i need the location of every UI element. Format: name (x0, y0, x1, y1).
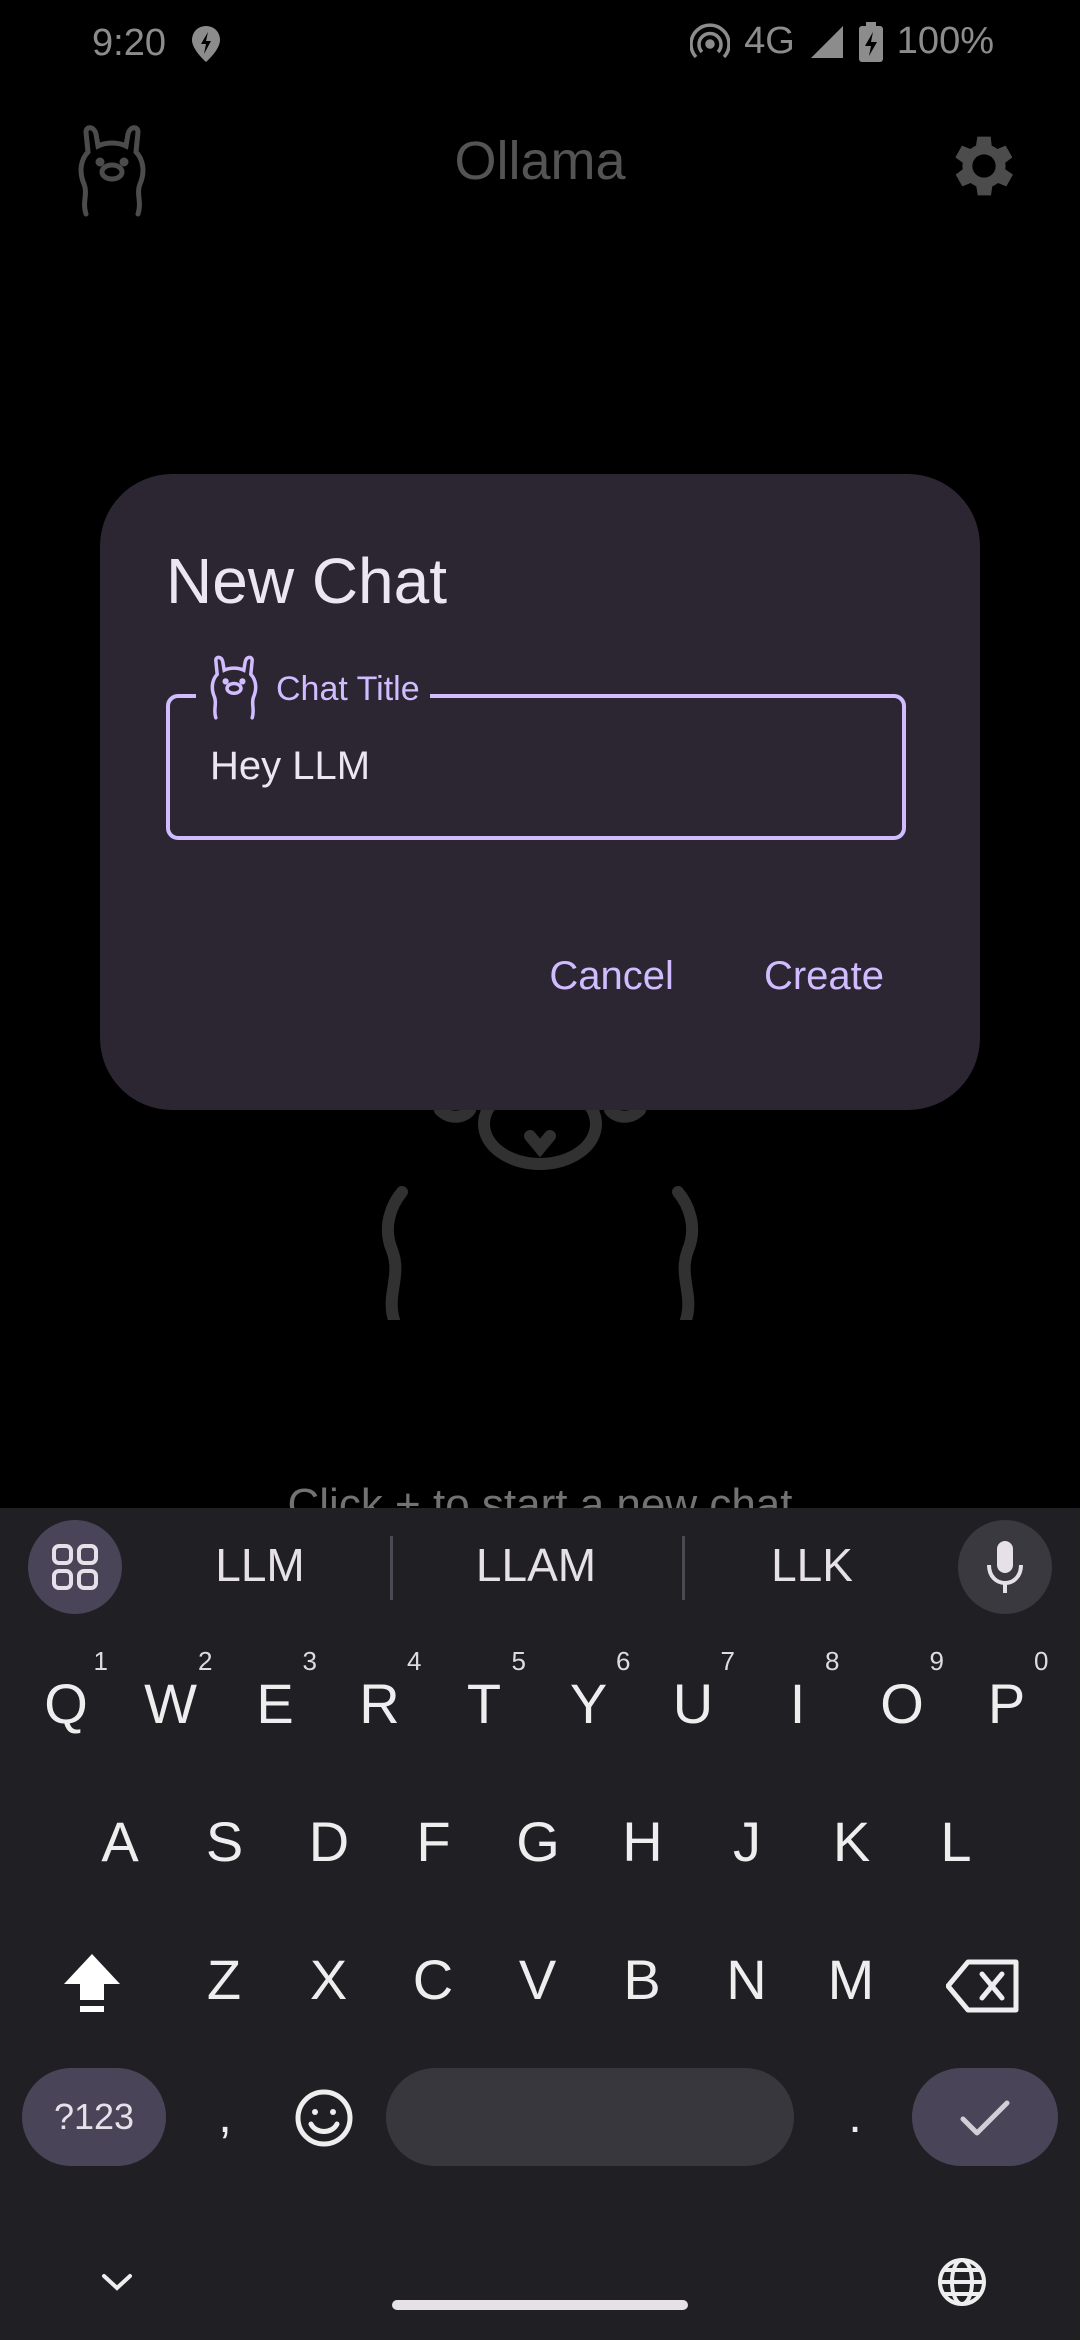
key-number-hint: 9 (929, 1646, 944, 1676)
key-number-hint: 2 (198, 1646, 213, 1676)
battery-percent: 100% (896, 20, 994, 62)
key-row-2: ASDFGHJKL (0, 1782, 1080, 1902)
key[interactable]: M (801, 1920, 901, 2040)
key[interactable]: P0 (957, 1644, 1057, 1764)
suggestion-3[interactable]: LLK (712, 1538, 912, 1592)
key-number-hint: 0 (1034, 1646, 1049, 1676)
key[interactable]: D (279, 1782, 379, 1902)
key[interactable]: G (488, 1782, 588, 1902)
key-letter: O (880, 1672, 924, 1735)
emoji-icon[interactable] (294, 2088, 354, 2153)
key-number-hint: 5 (511, 1646, 526, 1676)
new-chat-dialog: New Chat Chat Title Cancel Create (100, 474, 980, 1110)
key[interactable]: J (697, 1782, 797, 1902)
llama-illustration-icon (380, 1078, 700, 1326)
status-time: 9:20 (92, 22, 166, 64)
signal-icon (809, 24, 845, 60)
key[interactable]: R4 (330, 1644, 430, 1764)
key[interactable]: B (592, 1920, 692, 2040)
symbols-key[interactable]: ?123 (22, 2068, 166, 2166)
key-number-hint: 6 (616, 1646, 631, 1676)
globe-icon[interactable] (936, 2256, 988, 2313)
key[interactable]: A (70, 1782, 170, 1902)
key[interactable]: T5 (434, 1644, 534, 1764)
status-bar: 9:20 4G 100% (0, 0, 1080, 90)
maps-pin-icon (190, 24, 222, 74)
suggestion-2[interactable]: LLAM (436, 1538, 636, 1592)
chat-title-label: Chat Title (276, 669, 420, 708)
key-number-hint: 3 (302, 1646, 317, 1676)
key-number-hint: 4 (407, 1646, 422, 1676)
key-letter: E (256, 1672, 294, 1735)
space-key[interactable] (386, 2068, 794, 2166)
key[interactable]: F (384, 1782, 484, 1902)
key[interactable]: Y6 (539, 1644, 639, 1764)
key-number-hint: 8 (825, 1646, 840, 1676)
key-letter: I (789, 1672, 806, 1735)
shift-icon[interactable] (60, 1950, 124, 2019)
key-letter: T (466, 1672, 502, 1735)
chevron-down-icon[interactable] (98, 2270, 136, 2299)
comma-key[interactable]: , (200, 2068, 250, 2166)
key[interactable]: X (279, 1920, 379, 2040)
chat-title-input[interactable] (210, 744, 850, 789)
key[interactable]: Q1 (16, 1644, 116, 1764)
key[interactable]: W2 (121, 1644, 221, 1764)
suggestion-divider (390, 1536, 393, 1600)
checkmark-icon (960, 2100, 1010, 2136)
period-key[interactable]: . (830, 2068, 880, 2166)
key-number-hint: 1 (93, 1646, 108, 1676)
key-letter: P (987, 1672, 1026, 1735)
llama-icon (206, 652, 262, 727)
key[interactable]: Z (174, 1920, 274, 2040)
key[interactable]: L (906, 1782, 1006, 1902)
key-number-hint: 7 (720, 1646, 735, 1676)
microphone-icon[interactable] (958, 1520, 1052, 1614)
soft-keyboard: LLM LLAM LLK Q1W2E3R4T5Y6U7I8O9P0 ASDFGH… (0, 1508, 1080, 2340)
field-label-group: Chat Title (196, 654, 430, 724)
suggestion-strip: LLM LLAM LLK (0, 1508, 1080, 1628)
key[interactable]: K (802, 1782, 902, 1902)
gear-icon[interactable] (944, 126, 1024, 206)
key-letter: Q (44, 1672, 88, 1735)
key[interactable]: I8 (748, 1644, 848, 1764)
key[interactable]: N (697, 1920, 797, 2040)
network-type: 4G (744, 20, 795, 62)
key-letter: R (359, 1672, 400, 1735)
key-letter: W (144, 1672, 197, 1735)
home-indicator[interactable] (392, 2300, 688, 2310)
key-letter: U (672, 1672, 714, 1735)
key[interactable]: S (175, 1782, 275, 1902)
dialog-title: New Chat (166, 545, 447, 617)
suggestion-1[interactable]: LLM (160, 1538, 360, 1592)
keyboard-apps-icon[interactable] (28, 1520, 122, 1614)
key-row-1: Q1W2E3R4T5Y6U7I8O9P0 (0, 1644, 1080, 1764)
key[interactable]: H (593, 1782, 693, 1902)
key-letter: Y (569, 1672, 608, 1735)
key[interactable]: C (383, 1920, 483, 2040)
key[interactable]: U7 (643, 1644, 743, 1764)
cancel-button[interactable]: Cancel (549, 954, 674, 999)
key[interactable]: V (488, 1920, 588, 2040)
key[interactable]: E3 (225, 1644, 325, 1764)
enter-key[interactable] (912, 2068, 1058, 2166)
backspace-icon[interactable] (945, 1958, 1020, 2019)
chat-title-field[interactable]: Chat Title (166, 654, 906, 840)
key-row-3: ZXCVBNM (0, 1920, 1080, 2040)
hotspot-icon (690, 22, 731, 62)
app-title: Ollama (454, 131, 626, 191)
battery-charging-icon (858, 21, 883, 62)
suggestion-divider (682, 1536, 685, 1600)
dialog-actions: Cancel Create (549, 954, 884, 999)
create-button[interactable]: Create (764, 954, 884, 999)
key[interactable]: O9 (852, 1644, 952, 1764)
app-bar: Ollama (0, 90, 1080, 240)
